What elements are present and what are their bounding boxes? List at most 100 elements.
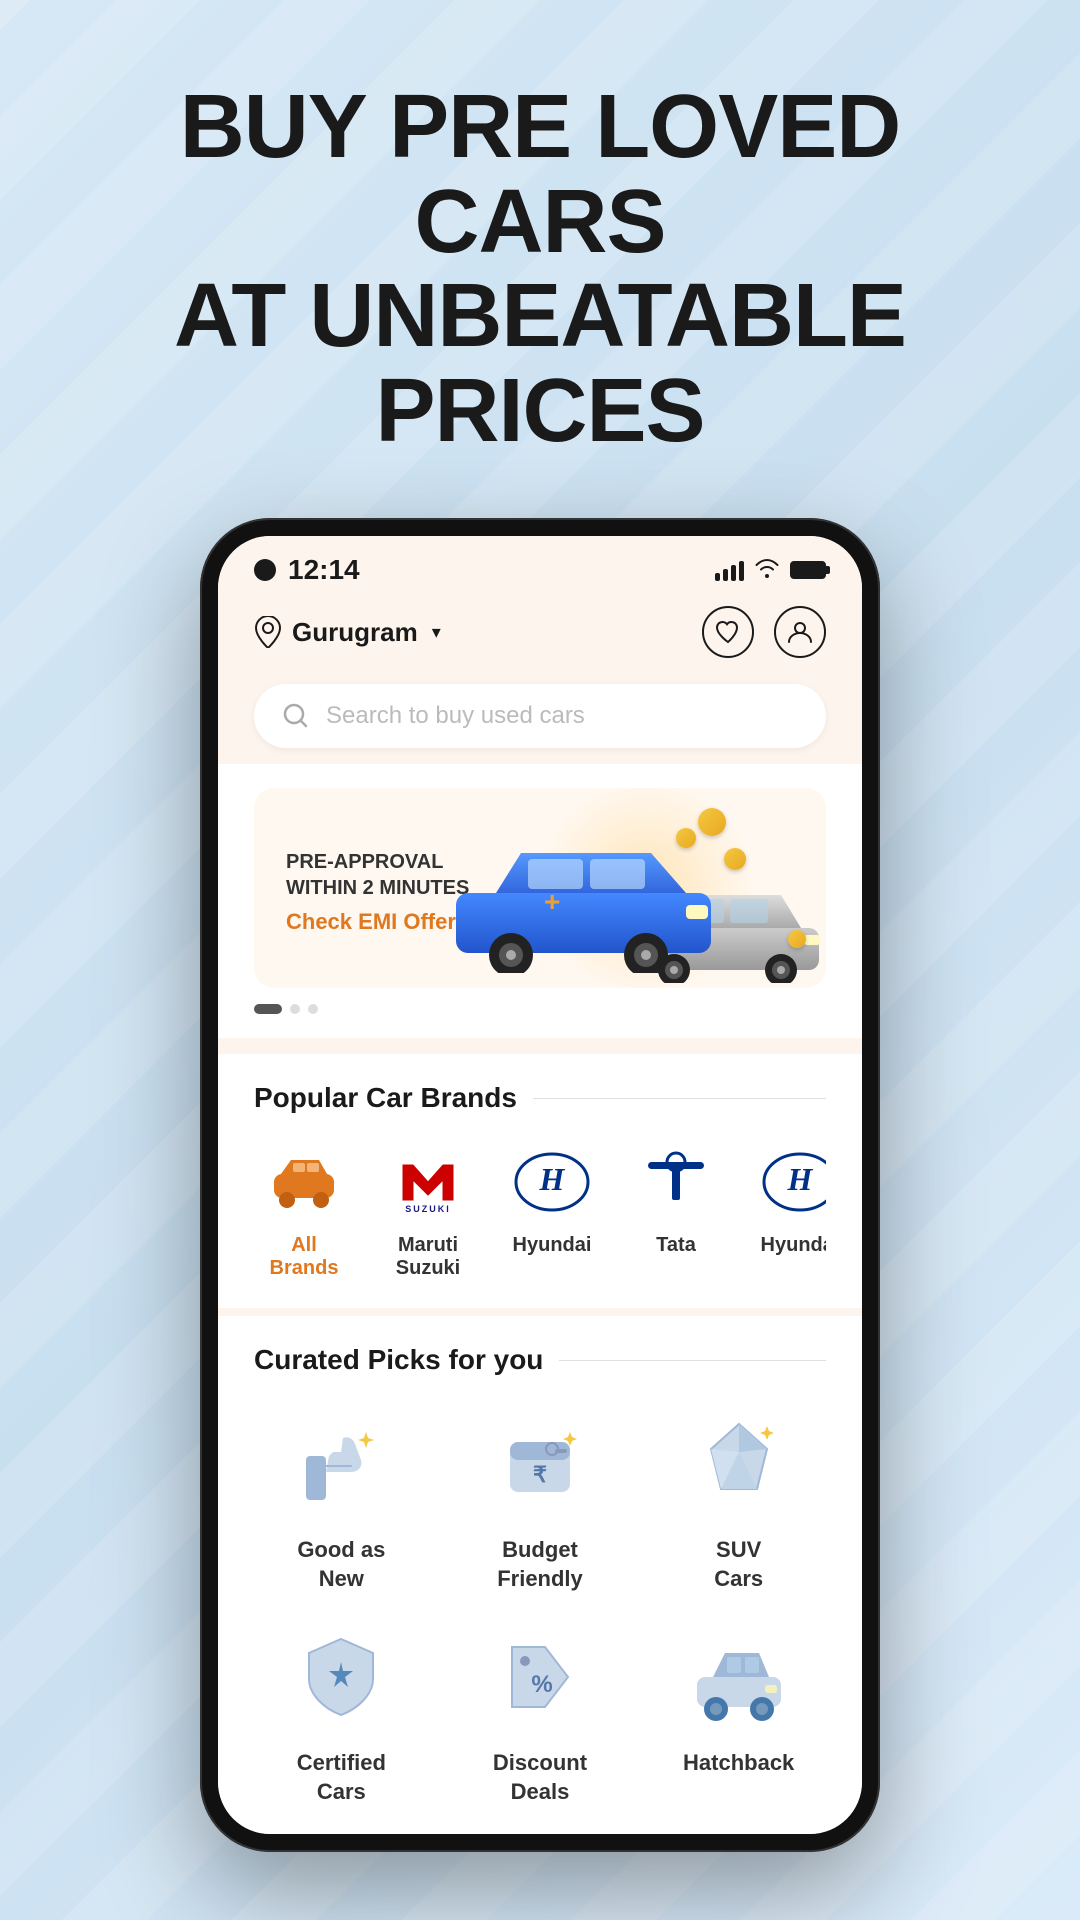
svg-text:H: H: [787, 1161, 814, 1197]
brand-item-hyundai1[interactable]: H Hyundai: [502, 1142, 602, 1280]
hyundai2-logo-icon: H: [760, 1150, 826, 1215]
location-selector[interactable]: Gurugram ▾: [254, 616, 441, 648]
banner-title-line2: WITHIN 2 MINUTES: [286, 877, 469, 899]
suv-cars-label: SUVCars: [714, 1536, 763, 1593]
header-actions: [702, 606, 826, 658]
signal-bar-3: [731, 565, 736, 581]
hatchback-icon-container: [679, 1617, 799, 1737]
section-divider-curated: [559, 1360, 826, 1361]
wifi-icon: [754, 556, 780, 584]
signal-bar-1: [715, 573, 720, 581]
brands-section-header: Popular Car Brands: [254, 1082, 826, 1114]
pick-suv-cars[interactable]: SUVCars: [651, 1404, 826, 1593]
heart-icon: [715, 620, 741, 644]
status-bar: 12:14: [218, 536, 862, 594]
discount-label: DiscountDeals: [493, 1749, 587, 1806]
profile-button[interactable]: [774, 606, 826, 658]
search-placeholder: Search to buy used cars: [326, 702, 585, 730]
banner-dot-1[interactable]: [254, 1004, 282, 1014]
hatchback-icon: [689, 1627, 789, 1727]
maruti-logo-icon: SUZUKI: [388, 1150, 468, 1215]
svg-text:%: %: [531, 1671, 552, 1698]
hyundai1-logo: H: [507, 1142, 597, 1222]
brands-section: Popular Car Brands: [218, 1054, 862, 1308]
app-header: Gurugram ▾: [218, 594, 862, 674]
certified-label: CertifiedCars: [297, 1749, 386, 1806]
banner-title-line1: PRE-APPROVAL: [286, 851, 443, 873]
profile-icon: [787, 619, 813, 645]
svg-text:SUZUKI: SUZUKI: [405, 1204, 451, 1214]
phone-wrapper: 12:14: [0, 498, 1080, 1912]
section-divider-brands: [533, 1098, 826, 1099]
maruti-logo-container: SUZUKI: [383, 1142, 473, 1222]
hatchback-label: Hatchback: [683, 1749, 794, 1778]
good-as-new-icon: [291, 1414, 391, 1514]
certified-icon-container: [281, 1617, 401, 1737]
pick-certified[interactable]: CertifiedCars: [254, 1617, 429, 1806]
svg-text:H: H: [539, 1161, 566, 1197]
tata-label: Tata: [656, 1234, 696, 1257]
good-as-new-label: Good asNew: [297, 1536, 385, 1593]
brand-item-all[interactable]: All Brands: [254, 1142, 354, 1280]
search-container: Search to buy used cars: [218, 674, 862, 764]
pick-good-as-new[interactable]: Good asNew: [254, 1404, 429, 1593]
signal-bar-4: [739, 561, 744, 581]
certified-icon: [291, 1627, 391, 1727]
status-time-container: 12:14: [254, 554, 360, 586]
budget-friendly-icon: ₹: [490, 1414, 590, 1514]
all-brands-car-icon: [269, 1152, 339, 1212]
curated-section-title: Curated Picks for you: [254, 1344, 543, 1376]
search-icon: [282, 702, 310, 730]
curated-section: Curated Picks for you: [218, 1316, 862, 1834]
curated-picks-bottom: CertifiedCars %: [254, 1617, 826, 1806]
coin-1: [698, 808, 726, 836]
pick-budget-friendly[interactable]: ₹ BudgetFriendly: [453, 1404, 628, 1593]
brands-section-title: Popular Car Brands: [254, 1082, 517, 1114]
brand-item-hyundai2[interactable]: H Hyundai: [750, 1142, 826, 1280]
plus-decoration: +: [544, 886, 560, 918]
coin-2: [676, 828, 696, 848]
location-pin-icon: [254, 616, 282, 648]
hero-section: BUY PRE LOVED CARS AT UNBEATABLE PRICES: [0, 0, 1080, 498]
camera-dot: [254, 559, 276, 581]
signal-bar-2: [723, 569, 728, 581]
banner-dots: [254, 1004, 826, 1014]
discount-icon: %: [490, 1627, 590, 1727]
hero-title-line2: AT UNBEATABLE PRICES: [174, 266, 906, 461]
signal-bars-icon: [715, 559, 744, 581]
pick-discount[interactable]: % DiscountDeals: [453, 1617, 628, 1806]
all-brands-label: All Brands: [254, 1234, 354, 1280]
curated-section-header: Curated Picks for you: [254, 1344, 826, 1376]
phone-screen: 12:14: [218, 536, 862, 1834]
pick-hatchback[interactable]: Hatchback: [651, 1617, 826, 1806]
tata-logo-icon: [636, 1150, 716, 1215]
hyundai1-label: Hyundai: [513, 1234, 592, 1257]
hyundai2-label: Hyundai: [761, 1234, 826, 1257]
brand-item-tata[interactable]: Tata: [626, 1142, 726, 1280]
banner-dot-3[interactable]: [308, 1004, 318, 1014]
location-name: Gurugram: [292, 617, 418, 648]
banner-section: PRE-APPROVAL WITHIN 2 MINUTES Check EMI …: [218, 764, 862, 1038]
budget-friendly-label: BudgetFriendly: [497, 1536, 583, 1593]
coin-4: [788, 930, 806, 948]
brands-row: All Brands SUZUKI Maruti Suzuki: [254, 1142, 826, 1280]
brand-item-maruti[interactable]: SUZUKI Maruti Suzuki: [378, 1142, 478, 1280]
all-brands-logo: [259, 1142, 349, 1222]
search-bar[interactable]: Search to buy used cars: [254, 684, 826, 748]
banner-dot-2[interactable]: [290, 1004, 300, 1014]
banner-card[interactable]: PRE-APPROVAL WITHIN 2 MINUTES Check EMI …: [254, 788, 826, 988]
suv-cars-icon: [689, 1414, 789, 1514]
status-time: 12:14: [288, 554, 360, 586]
svg-text:₹: ₹: [533, 1462, 547, 1487]
status-icons: [715, 556, 826, 584]
hyundai1-logo-icon: H: [512, 1150, 592, 1215]
tata-logo-container: [631, 1142, 721, 1222]
hero-title: BUY PRE LOVED CARS AT UNBEATABLE PRICES: [60, 80, 1020, 458]
hero-title-line1: BUY PRE LOVED CARS: [180, 77, 901, 272]
curated-picks-grid: Good asNew ₹: [254, 1404, 826, 1593]
budget-friendly-icon-container: ₹: [480, 1404, 600, 1524]
wishlist-button[interactable]: [702, 606, 754, 658]
maruti-label: Maruti Suzuki: [378, 1234, 478, 1280]
coin-3: [724, 848, 746, 870]
phone-frame: 12:14: [200, 518, 880, 1852]
